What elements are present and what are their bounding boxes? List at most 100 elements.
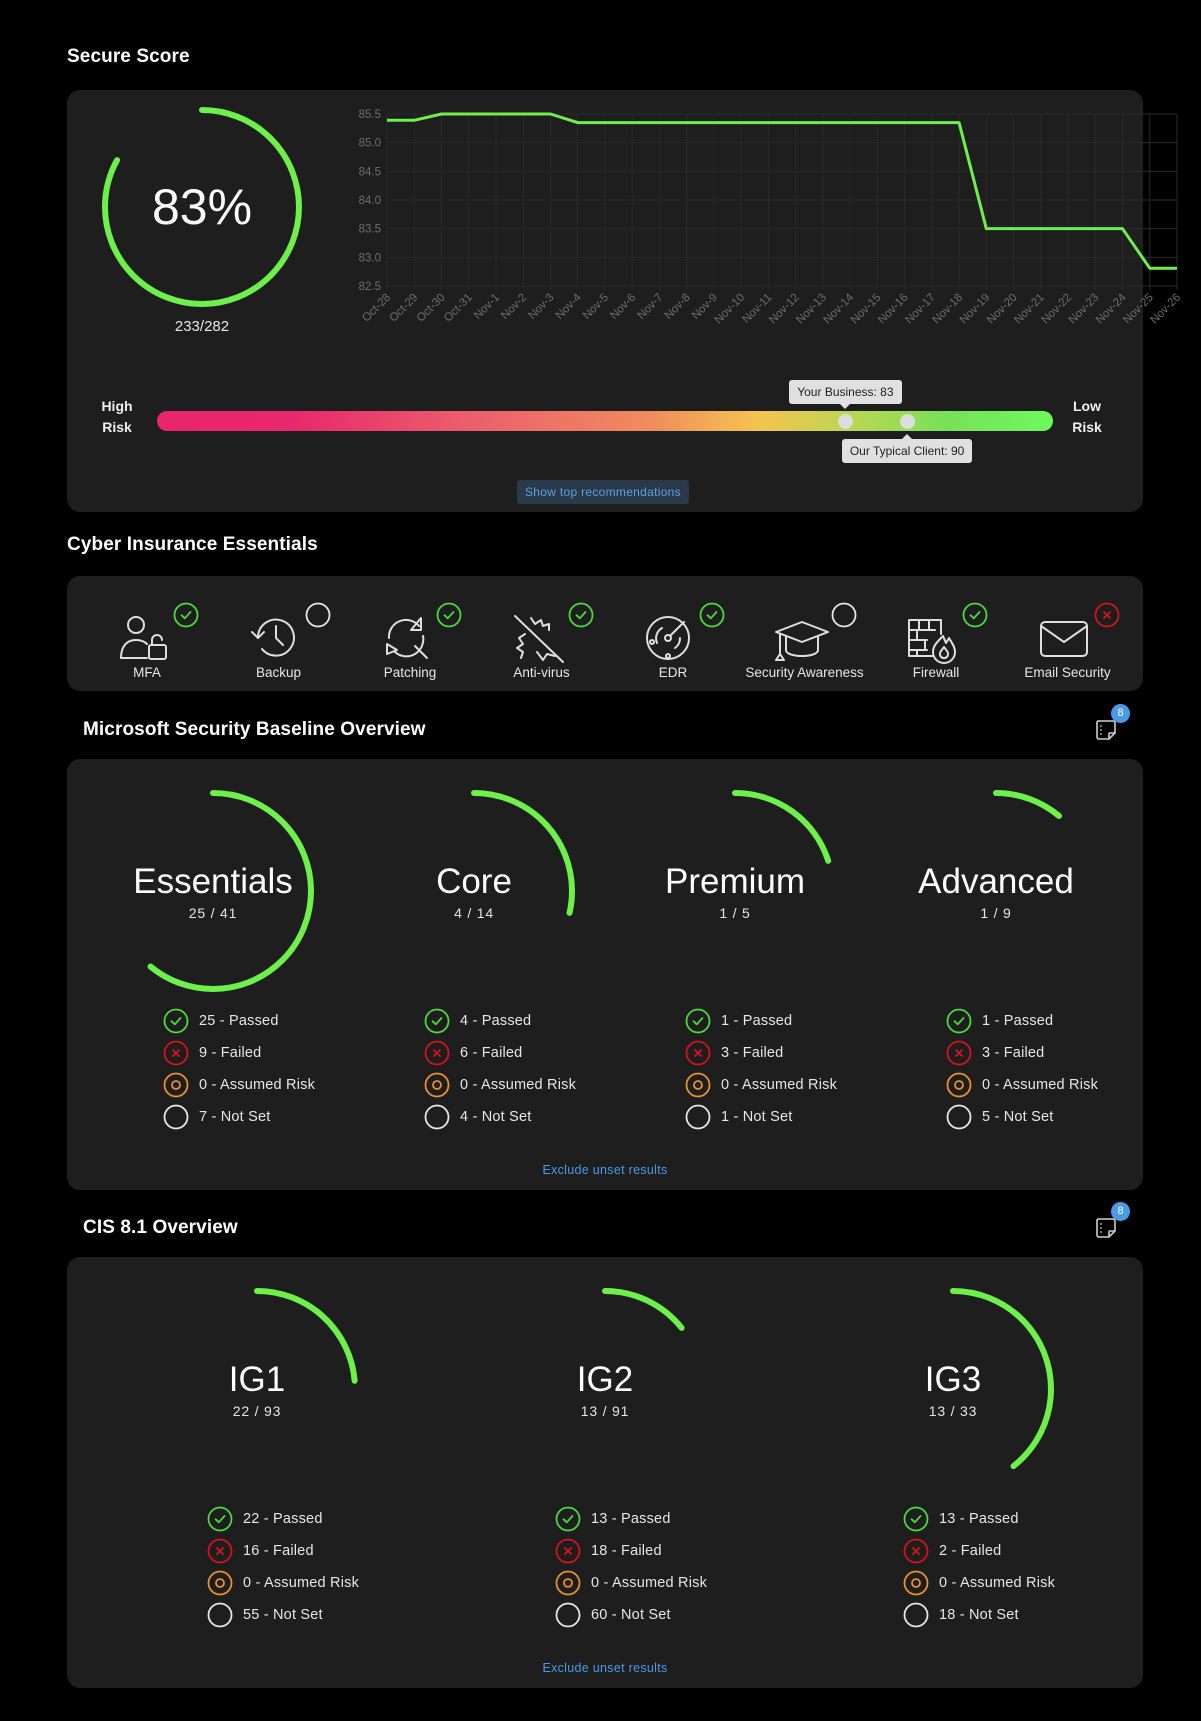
legend-failed: 3 - Failed: [685, 1037, 837, 1069]
insurance-item-label: Security Awareness: [745, 665, 864, 680]
not-set-circle-icon: [903, 1602, 929, 1628]
passed-check-icon: [555, 1506, 581, 1532]
passed-check-icon: [946, 1008, 972, 1034]
failed-x-icon: [207, 1538, 233, 1564]
passed-check-icon: [436, 602, 462, 628]
high-risk-label-line1: High: [101, 398, 133, 414]
x-tick-label: Nov-6: [608, 292, 638, 322]
legend-assumed-risk: 0 - Assumed Risk: [207, 1567, 359, 1599]
legend-failed: 16 - Failed: [207, 1535, 359, 1567]
insurance-item-patching[interactable]: Patching: [345, 576, 475, 691]
legend-passed: 1 - Passed: [946, 1005, 1098, 1037]
cyber-insurance-card: MFA Backup Patching Anti-virus EDR Security A…: [67, 576, 1143, 691]
typical-client-tooltip: Our Typical Client: 90: [841, 434, 973, 463]
gauge-legend: 1 - Passed 3 - Failed 0 - Assumed Risk 1 - …: [685, 1005, 837, 1133]
x-tick-label: Oct-30: [415, 292, 448, 325]
not-set-circle-icon: [163, 1104, 189, 1130]
insurance-item-firewall[interactable]: Firewall: [871, 576, 1001, 691]
legend-label: 1 - Not Set: [721, 1109, 793, 1125]
insurance-item-mfa[interactable]: MFA: [82, 576, 212, 691]
legend-label: 1 - Passed: [721, 1013, 793, 1029]
passed-check-icon: [173, 602, 199, 628]
legend-label: 0 - Assumed Risk: [721, 1077, 838, 1093]
gauge-title: IG2: [576, 1360, 634, 1399]
failed-x-icon: [903, 1538, 929, 1564]
low-risk-label: Low Risk: [1067, 396, 1107, 438]
x-tick-label: Nov-1: [472, 292, 502, 322]
show-recommendations-button[interactable]: Show top recommendations: [517, 480, 689, 504]
gauge-legend: 25 - Passed 9 - Failed 0 - Assumed Risk 7 -…: [163, 1005, 315, 1133]
gauge-legend: 4 - Passed 6 - Failed 0 - Assumed Risk 4 - …: [424, 1005, 576, 1133]
insurance-item-security-awareness[interactable]: Security Awareness: [740, 576, 870, 691]
gauge-ratio: 13 / 91: [580, 1403, 630, 1419]
legend-label: 2 - Failed: [939, 1543, 1002, 1559]
ms-baseline-card: Essentials 25 / 41 25 - Passed 9 - Failed 0 …: [67, 759, 1143, 1190]
envelope-icon: [1039, 621, 1088, 657]
not-set-circle-icon: [207, 1602, 233, 1628]
cis-exclude-unset-link[interactable]: Exclude unset results: [67, 1661, 1143, 1675]
secure-score-percent: 83%: [151, 179, 253, 235]
passed-check-icon: [962, 602, 988, 628]
legend-label: 5 - Not Set: [982, 1109, 1054, 1125]
risk-gradient-bar: [157, 411, 1053, 431]
failed-x-icon: [163, 1040, 189, 1066]
legend-label: 60 - Not Set: [591, 1607, 671, 1623]
high-risk-label: High Risk: [97, 396, 137, 438]
legend-label: 4 - Not Set: [460, 1109, 532, 1125]
legend-not-set: 1 - Not Set: [685, 1101, 837, 1133]
legend-label: 3 - Failed: [721, 1045, 784, 1061]
legend-label: 55 - Not Set: [243, 1607, 323, 1623]
antivirus-icon: [513, 615, 564, 663]
legend-label: 4 - Passed: [460, 1013, 532, 1029]
legend-label: 7 - Not Set: [199, 1109, 271, 1125]
secure-score-title: Secure Score: [67, 46, 190, 67]
insurance-item-backup[interactable]: Backup: [214, 576, 344, 691]
y-tick-label: 84.5: [359, 166, 381, 178]
notes-count-badge: 8: [1111, 1202, 1130, 1221]
insurance-item-label: Firewall: [912, 665, 960, 680]
y-tick-label: 84.0: [359, 195, 381, 207]
legend-label: 0 - Assumed Risk: [939, 1575, 1056, 1591]
high-risk-label-line2: Risk: [102, 419, 132, 435]
gauge-legend: 13 - Passed 2 - Failed 0 - Assumed Risk 18 …: [903, 1503, 1055, 1631]
y-tick-label: 83.0: [359, 252, 381, 264]
ms-exclude-unset-link[interactable]: Exclude unset results: [67, 1163, 1143, 1177]
legend-assumed-risk: 0 - Assumed Risk: [424, 1069, 576, 1101]
legend-label: 0 - Assumed Risk: [199, 1077, 316, 1093]
firewall-icon: [908, 619, 956, 664]
legend-label: 16 - Failed: [243, 1543, 314, 1559]
x-tick-label: Oct-31: [442, 292, 475, 325]
legend-failed: 9 - Failed: [163, 1037, 315, 1069]
ms-exclude-unset-label[interactable]: Exclude unset results: [542, 1163, 667, 1177]
cis-notes-button[interactable]: 8: [1090, 1202, 1130, 1242]
notes-count-badge: 8: [1111, 704, 1130, 723]
legend-label: 0 - Assumed Risk: [591, 1575, 708, 1591]
legend-passed: 22 - Passed: [207, 1503, 359, 1535]
secure-score-line: [387, 112, 1177, 270]
legend-label: 6 - Failed: [460, 1045, 523, 1061]
x-tick-label: Nov-5: [581, 292, 611, 322]
failed-x-icon: [946, 1040, 972, 1066]
legend-assumed-risk: 0 - Assumed Risk: [163, 1069, 315, 1101]
ms-baseline-notes-button[interactable]: 8: [1090, 704, 1130, 744]
legend-not-set: 60 - Not Set: [555, 1599, 707, 1631]
insurance-item-label: Backup: [255, 665, 302, 680]
insurance-item-edr[interactable]: EDR: [608, 576, 738, 691]
backup-history-icon: [250, 618, 295, 657]
legend-assumed-risk: 0 - Assumed Risk: [685, 1069, 837, 1101]
insurance-item-anti-virus[interactable]: Anti-virus: [477, 576, 607, 691]
cis-exclude-unset-label[interactable]: Exclude unset results: [542, 1661, 667, 1675]
x-tick-label: Nov-10: [713, 292, 748, 327]
legend-label: 22 - Passed: [243, 1511, 323, 1527]
not-set-circle-icon: [424, 1104, 450, 1130]
legend-label: 18 - Failed: [591, 1543, 662, 1559]
x-tick-label: Nov-8: [663, 292, 693, 322]
your-business-tooltip: Your Business: 83: [789, 380, 902, 409]
legend-failed: 18 - Failed: [555, 1535, 707, 1567]
legend-label: 25 - Passed: [199, 1013, 279, 1029]
legend-not-set: 5 - Not Set: [946, 1101, 1098, 1133]
legend-label: 13 - Passed: [591, 1511, 671, 1527]
insurance-item-email-security[interactable]: Email Security: [1003, 576, 1133, 691]
x-tick-label: Nov-2: [499, 292, 529, 322]
not-set-circle-icon: [946, 1104, 972, 1130]
